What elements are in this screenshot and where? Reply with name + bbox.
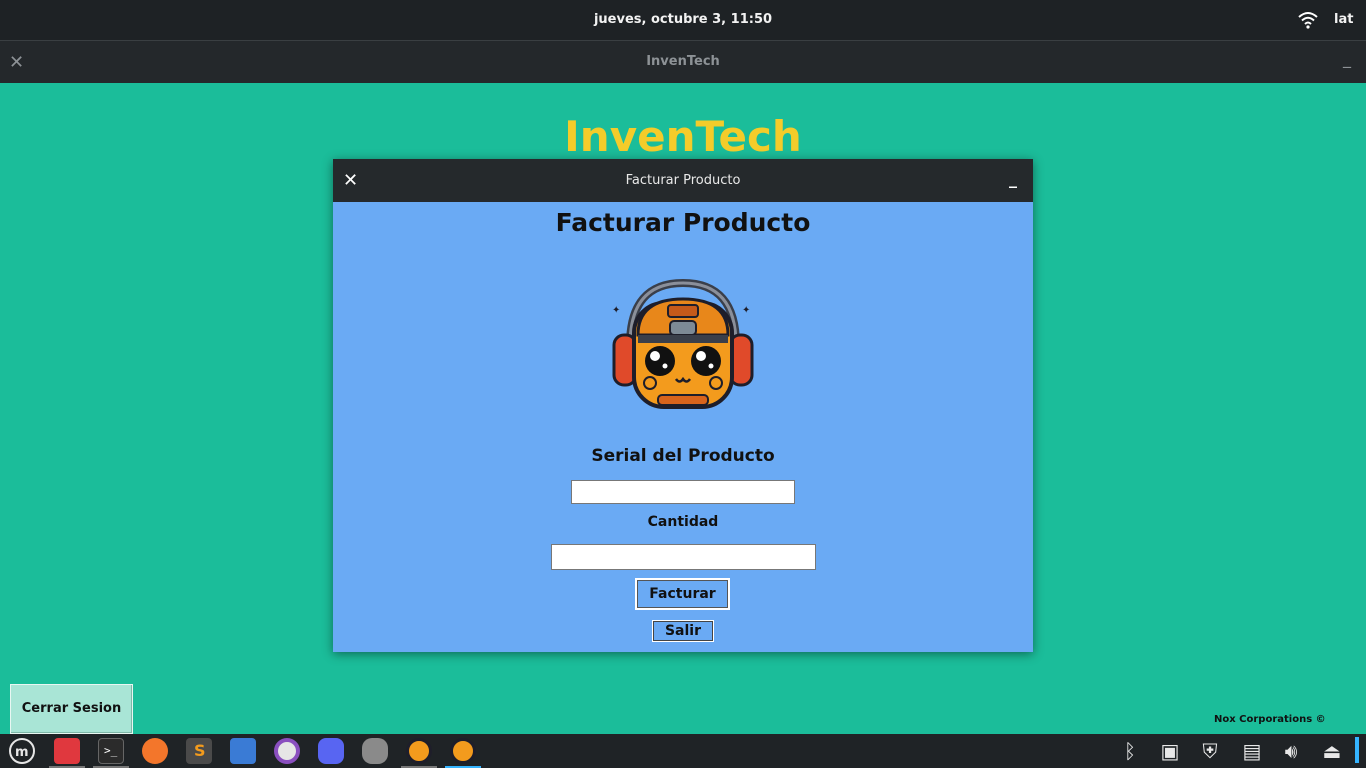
dialog-body: Facturar Producto ✦ ✦ Serial del Product… (333, 202, 1033, 652)
inventech-app-icon[interactable] (401, 734, 437, 768)
taskbar: m >_ S ᛒ ▣ ⛨ ▤ 🔊︎ ⏏ (0, 734, 1366, 768)
screenshot-icon[interactable] (225, 734, 261, 768)
facturar-producto-dialog: ✕ Facturar Producto _ Facturar Producto (333, 159, 1033, 652)
salir-button[interactable]: Salir (652, 620, 714, 642)
dialog-title: Facturar Producto (625, 173, 741, 188)
app-heading: InvenTech (564, 112, 802, 161)
svg-text:✦: ✦ (742, 305, 750, 316)
terminal-icon[interactable]: >_ (93, 734, 129, 768)
system-top-bar: jueves, octubre 3, 11:50 lat (0, 0, 1366, 40)
svg-text:m: m (15, 745, 29, 760)
sublime-text-icon[interactable]: S (181, 734, 217, 768)
eject-icon[interactable]: ⏏ (1319, 739, 1345, 763)
serial-label: Serial del Producto (591, 446, 775, 466)
minimize-icon[interactable]: _ (1343, 49, 1351, 68)
database-icon[interactable] (357, 734, 393, 768)
mint-menu-icon[interactable]: m (4, 734, 40, 768)
main-window-title: InvenTech (646, 54, 720, 69)
svg-text:✦: ✦ (612, 305, 620, 316)
wifi-icon[interactable] (1298, 11, 1318, 29)
media-icon[interactable] (269, 734, 305, 768)
serial-input[interactable] (571, 480, 795, 504)
facturar-button[interactable]: Facturar (635, 578, 730, 610)
clock[interactable]: jueves, octubre 3, 11:50 (0, 12, 1366, 27)
volume-icon[interactable]: 🔊︎ (1278, 739, 1304, 763)
firefox-icon[interactable] (137, 734, 173, 768)
dialog-titlebar: ✕ Facturar Producto _ (333, 159, 1033, 202)
discord-icon[interactable] (313, 734, 349, 768)
bluetooth-icon[interactable]: ᛒ (1117, 739, 1143, 763)
files-icon[interactable] (49, 734, 85, 768)
inventech-dialog-icon[interactable] (445, 734, 481, 768)
logout-button[interactable]: Cerrar Sesion (10, 684, 133, 734)
shield-icon[interactable]: ⛨ (1197, 739, 1223, 763)
dialog-heading: Facturar Producto (555, 208, 811, 237)
quantity-label: Cantidad (647, 514, 719, 530)
tray-indicator (1355, 737, 1359, 763)
clipboard-icon[interactable]: ▤ (1239, 739, 1265, 763)
update-manager-icon[interactable]: ▣ (1157, 739, 1183, 763)
keyboard-layout-indicator[interactable]: lat (1334, 12, 1353, 27)
minimize-icon[interactable]: _ (1009, 169, 1017, 188)
main-window-titlebar: ✕ InvenTech _ (0, 40, 1366, 83)
quantity-input[interactable] (551, 544, 816, 570)
robot-mascot-image: ✦ ✦ (612, 278, 754, 409)
copyright-text: Nox Corporations © (1214, 714, 1326, 725)
